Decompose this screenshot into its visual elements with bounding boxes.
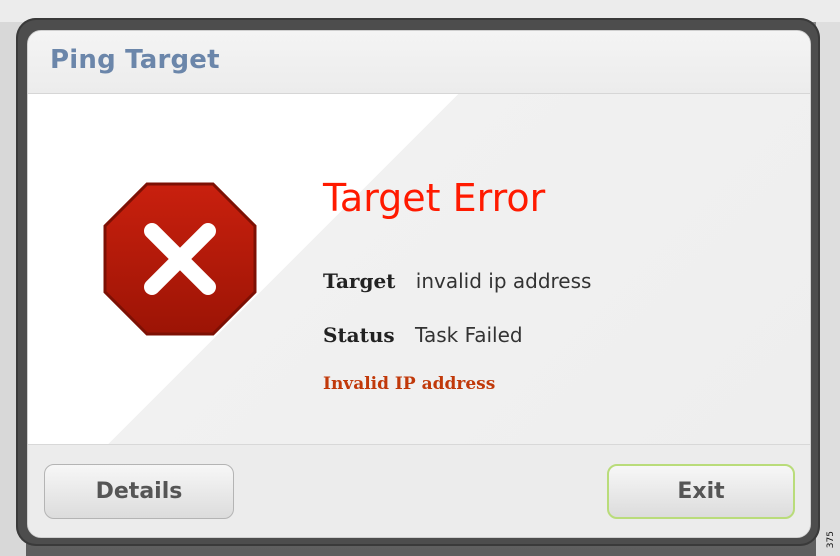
ping-target-dialog: Ping Target Target Error Target invalid … xyxy=(27,30,811,538)
stop-error-icon xyxy=(103,182,257,336)
target-label: Target xyxy=(323,269,396,293)
status-row: Status Task Failed xyxy=(323,323,523,347)
details-button[interactable]: Details xyxy=(44,464,234,519)
dialog-title: Ping Target xyxy=(50,45,220,75)
error-headline: Target Error xyxy=(323,176,546,220)
status-label: Status xyxy=(323,323,395,347)
target-value: invalid ip address xyxy=(415,269,592,293)
exit-button[interactable]: Exit xyxy=(607,464,795,519)
target-row: Target invalid ip address xyxy=(323,269,591,293)
dialog-content: Target Error Target invalid ip address S… xyxy=(28,94,810,444)
error-message: Invalid IP address xyxy=(323,374,496,394)
dialog-title-bar: Ping Target xyxy=(28,31,810,94)
figure-id: 375 xyxy=(826,530,836,548)
status-value: Task Failed xyxy=(415,323,523,347)
dialog-footer: Details Exit xyxy=(28,444,810,537)
